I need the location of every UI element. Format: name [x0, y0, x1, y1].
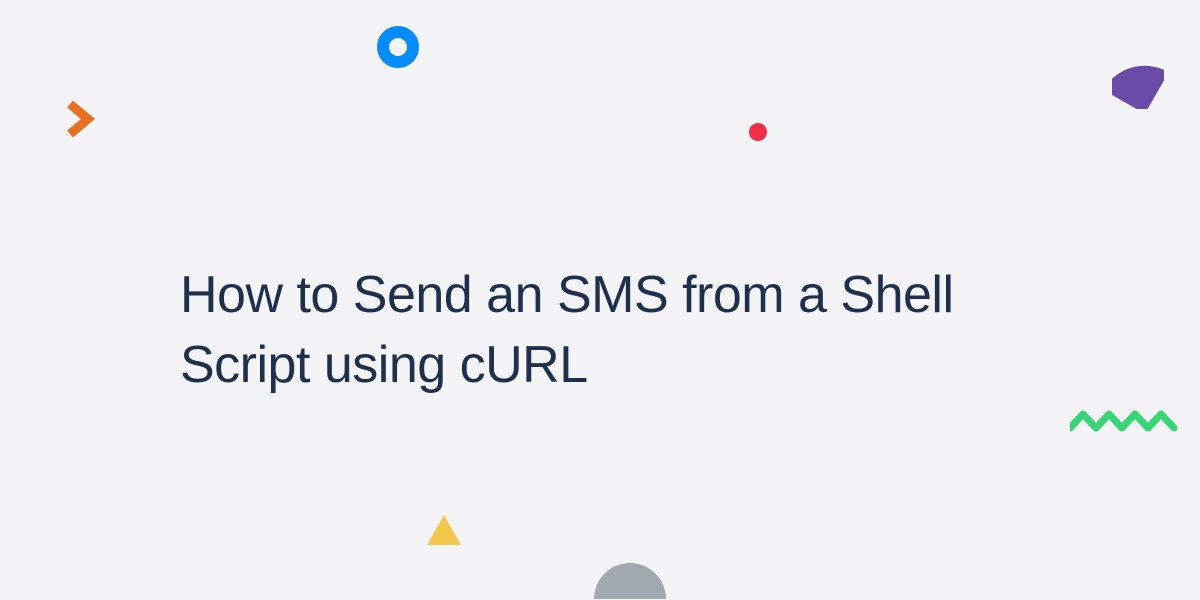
orange-chevron-icon [64, 98, 98, 140]
blue-ring-icon [376, 25, 420, 69]
green-zigzag-icon [1070, 410, 1180, 434]
page-title: How to Send an SMS from a Shell Script u… [180, 260, 1080, 400]
hero-banner: How to Send an SMS from a Shell Script u… [0, 0, 1200, 600]
gray-half-icon [594, 563, 666, 600]
purple-quarter-icon [1112, 57, 1164, 109]
red-dot-icon [748, 122, 768, 142]
yellow-triangle-icon [427, 515, 461, 545]
